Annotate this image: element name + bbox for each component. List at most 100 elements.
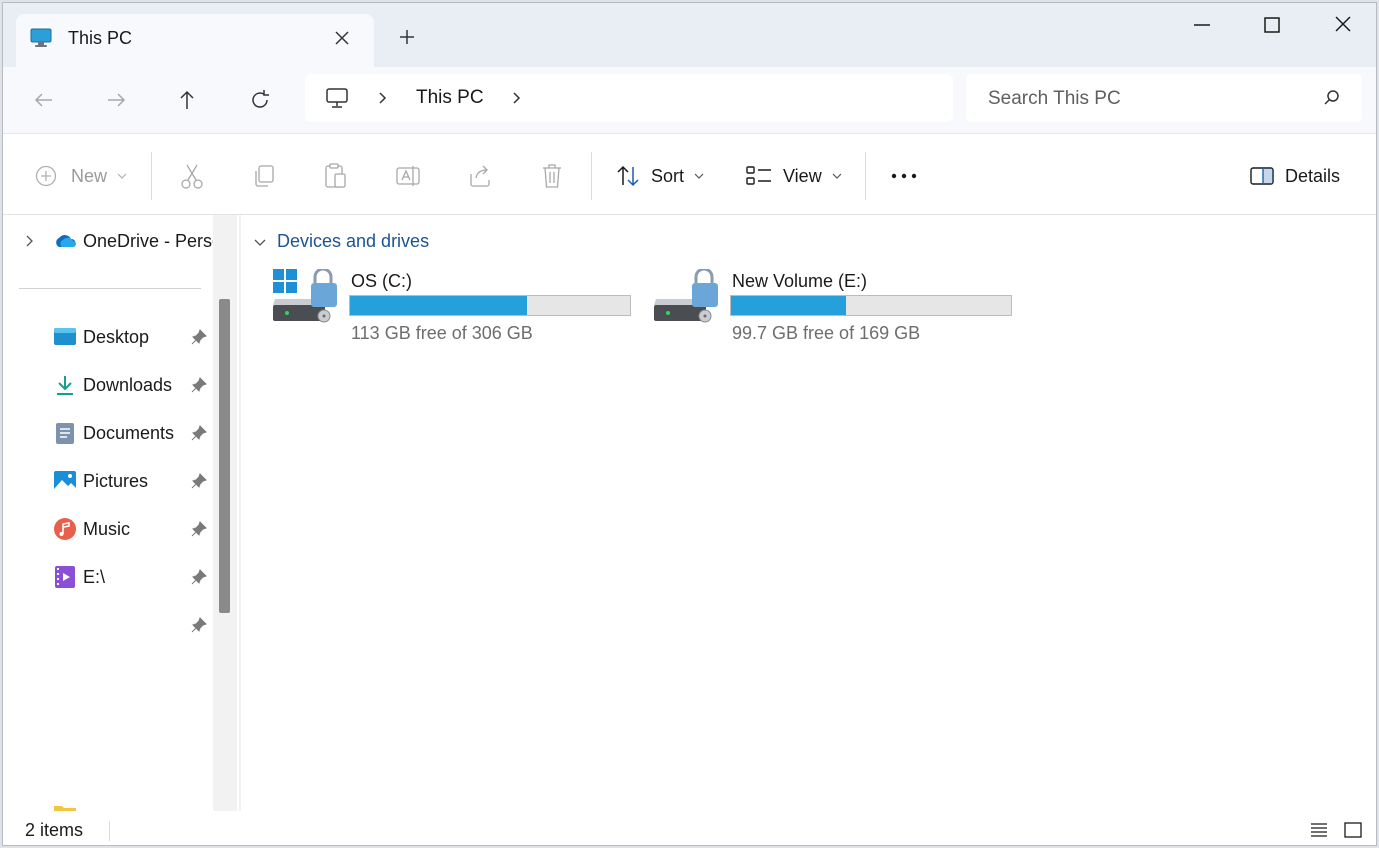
share-icon[interactable]: [467, 162, 493, 190]
toolbar-divider: [591, 152, 592, 200]
sidebar-scrollbar-thumb[interactable]: [219, 299, 230, 613]
sidebar-item-label: Documents: [83, 423, 175, 443]
sidebar-item-label: Pictures: [83, 471, 149, 491]
paste-icon[interactable]: [323, 162, 349, 190]
tab-title: This PC: [68, 28, 133, 48]
close-icon[interactable]: [1321, 11, 1365, 39]
downloads-icon: [57, 376, 73, 395]
drive-usage-bar: [730, 295, 1012, 316]
add-icon: [35, 165, 57, 187]
toolbar-divider: [151, 152, 152, 200]
sidebar-item-e-drive[interactable]: E:\: [3, 557, 213, 597]
search-icon[interactable]: [1322, 88, 1342, 108]
back-icon[interactable]: [29, 85, 59, 115]
sort-icon: [617, 165, 639, 187]
chevron-right-icon[interactable]: [375, 89, 389, 107]
maximize-icon[interactable]: [1250, 11, 1294, 39]
pin-icon[interactable]: [191, 425, 207, 441]
drive-usage-fill: [350, 296, 527, 315]
tab-this-pc[interactable]: This PC: [16, 14, 374, 67]
drive-item[interactable]: OS (C:) 113 GB free of 306 GB: [273, 269, 633, 349]
sidebar-item-label: E:\: [83, 567, 106, 587]
sidebar-item-pictures[interactable]: Pictures: [3, 461, 213, 501]
command-bar: New Sort View Details: [3, 133, 1376, 215]
view-button[interactable]: View: [745, 160, 844, 192]
drive-usage-fill: [731, 296, 846, 315]
chevron-down-icon[interactable]: [253, 235, 267, 249]
address-bar[interactable]: This PC: [305, 74, 953, 122]
breadcrumb-this-pc[interactable]: This PC: [416, 87, 484, 109]
status-bar: 2 items: [3, 811, 1376, 845]
sort-label: Sort: [651, 165, 685, 186]
sidebar-divider: [19, 288, 201, 289]
sidebar-item-downloads[interactable]: Downloads: [3, 365, 213, 405]
drive-locked-icon: [273, 269, 337, 323]
chevron-down-icon: [694, 173, 704, 179]
pin-icon[interactable]: [191, 329, 207, 345]
pin-icon[interactable]: [191, 569, 207, 585]
minimize-icon[interactable]: [1180, 11, 1224, 39]
sidebar-item-label: OneDrive - Perso: [83, 231, 213, 251]
new-button[interactable]: New: [35, 160, 129, 192]
details-label: Details: [1285, 165, 1341, 186]
sidebar-item-unnamed[interactable]: [3, 605, 213, 645]
refresh-icon[interactable]: [245, 85, 275, 115]
title-bar: This PC: [3, 3, 1376, 67]
sidebar-item-onedrive[interactable]: OneDrive - Perso: [3, 221, 213, 261]
sidebar-item-music[interactable]: Music: [3, 509, 213, 549]
sidebar-item-label: Music: [83, 519, 131, 539]
sort-button[interactable]: Sort: [615, 160, 706, 192]
drive-free-space: 113 GB free of 306 GB: [351, 323, 533, 343]
folder-icon: [54, 806, 76, 811]
pane-divider[interactable]: [239, 215, 241, 811]
forward-icon[interactable]: [101, 85, 131, 115]
search-input[interactable]: [986, 84, 1310, 114]
search-box[interactable]: [966, 74, 1362, 122]
pin-icon[interactable]: [191, 473, 207, 489]
chevron-down-icon: [832, 173, 842, 179]
close-tab-icon[interactable]: [330, 26, 354, 50]
navigation-bar: This PC: [3, 67, 1376, 133]
new-label: New: [71, 165, 108, 186]
sidebar-item-desktop[interactable]: Desktop: [3, 317, 213, 357]
tiles-view-icon[interactable]: [1343, 821, 1363, 839]
file-explorer-window: This PC This PC Search This PC New Sort …: [2, 2, 1377, 846]
computer-icon: [326, 88, 348, 108]
rename-icon[interactable]: [395, 162, 421, 190]
pictures-icon: [54, 471, 76, 491]
toolbar-divider: [865, 152, 866, 200]
cut-icon[interactable]: [179, 162, 205, 190]
more-icon[interactable]: [889, 166, 919, 186]
details-button[interactable]: Details: [1249, 160, 1340, 192]
videos-icon: [55, 566, 75, 588]
group-title: Devices and drives: [277, 231, 430, 251]
delete-icon[interactable]: [539, 162, 565, 190]
drive-usage-bar: [349, 295, 631, 316]
navigation-pane: OneDrive - Perso Desktop Downloads Docum…: [3, 215, 213, 811]
copy-icon[interactable]: [251, 163, 277, 189]
drive-name: New Volume (E:): [732, 271, 868, 291]
sidebar-item-documents[interactable]: Documents: [3, 413, 213, 453]
drive-name: OS (C:): [351, 271, 412, 291]
view-icon: [746, 166, 771, 185]
pin-icon[interactable]: [191, 377, 207, 393]
chevron-right-icon[interactable]: [21, 233, 37, 249]
group-header-devices[interactable]: Devices and drives: [253, 231, 429, 252]
chevron-right-icon[interactable]: [509, 89, 523, 107]
desktop-icon: [54, 328, 76, 345]
pin-icon[interactable]: [191, 617, 207, 633]
new-tab-icon[interactable]: [395, 25, 419, 49]
pin-icon[interactable]: [191, 521, 207, 537]
music-icon: [54, 518, 76, 540]
details-view-icon[interactable]: [1309, 821, 1329, 839]
drive-item[interactable]: New Volume (E:) 99.7 GB free of 169 GB: [654, 269, 1014, 349]
status-divider: [109, 821, 110, 841]
chevron-down-icon: [117, 173, 127, 179]
up-icon[interactable]: [172, 85, 202, 115]
documents-icon: [56, 423, 74, 444]
drive-free-space: 99.7 GB free of 169 GB: [732, 323, 921, 343]
view-label: View: [783, 165, 822, 186]
sidebar-item-label: Desktop: [83, 327, 150, 347]
onedrive-icon: [56, 235, 76, 247]
drive-locked-icon: [654, 269, 718, 323]
